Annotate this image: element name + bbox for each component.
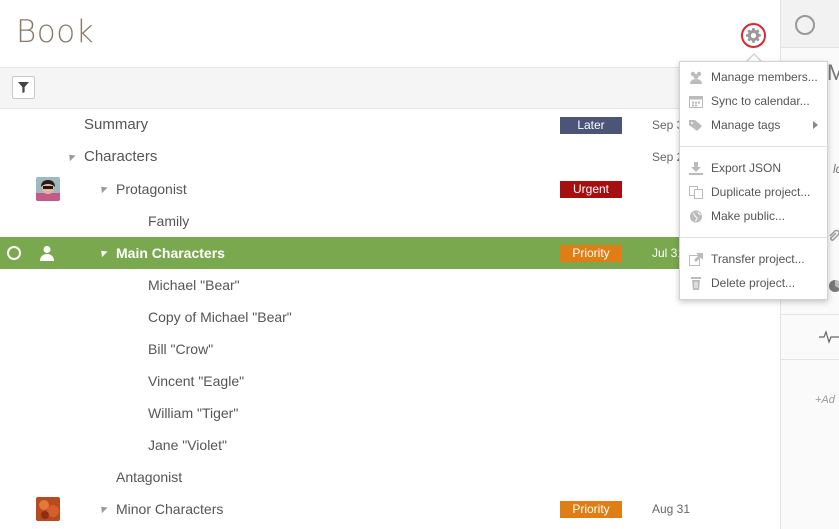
tag-badge-priority: Priority [560,501,622,518]
globe-icon [690,210,702,223]
attachment-icon[interactable] [828,229,839,243]
complete-checkbox[interactable] [7,246,21,260]
task-title: Main Characters [116,245,225,261]
task-row-main-characters[interactable]: Main Characters Priority Jul 31 [0,237,780,269]
task-row[interactable]: Bill "Crow" [0,333,780,365]
collapse-arrow-icon[interactable] [98,183,108,194]
members-icon [690,71,702,84]
pie-chart-icon[interactable] [827,278,839,294]
duplicate-icon [689,186,703,199]
submenu-arrow-icon [813,121,818,129]
task-row-summary[interactable]: Summary Later Sep 3 [0,109,780,141]
menu-item-export-json[interactable]: Export JSON [680,156,827,180]
avatar [36,497,60,521]
menu-item-make-public[interactable]: Make public... [680,204,827,228]
task-list-pane: Book Summary Later Sep 3 Characters Sep … [0,0,780,529]
list-toolbar [0,67,780,109]
tag-badge-priority: Priority [560,245,622,262]
menu-item-manage-members[interactable]: Manage members... [680,65,827,89]
gear-icon [746,28,761,43]
tag-badge-later: Later [560,117,622,134]
task-title: Michael "Bear" [148,277,240,293]
calendar-icon [689,96,703,108]
task-title: William "Tiger" [148,405,239,421]
transfer-icon [689,253,703,266]
tags-icon [689,120,702,131]
menu-item-label: Duplicate project... [711,185,811,199]
task-row-antagonist[interactable]: Antagonist [0,461,780,493]
export-icon [689,162,703,175]
task-row-minor-characters[interactable]: Minor Characters Priority Aug 31 [0,493,780,525]
task-title: Jane "Violet" [148,437,227,453]
task-row[interactable]: William "Tiger" [0,397,780,429]
user-icon [40,246,54,261]
task-title: Summary [84,116,149,133]
task-title: Copy of Michael "Bear" [148,309,292,325]
task-row[interactable]: Michael "Bear" [0,269,780,301]
menu-item-label: Delete project... [711,276,796,290]
collapse-arrow-icon[interactable] [98,247,108,258]
task-row-family[interactable]: Family [0,205,780,237]
task-list: Summary Later Sep 3 Characters Sep 2 Pro… [0,109,780,525]
menu-item-sync-calendar[interactable]: Sync to calendar... [680,89,827,113]
activity-icon[interactable] [819,330,839,344]
menu-item-duplicate-project[interactable]: Duplicate project... [680,180,827,204]
task-row-characters[interactable]: Characters Sep 2 [0,141,780,173]
project-settings-menu: Manage members... Sync to calendar... Ma… [679,61,828,300]
complete-checkbox[interactable] [795,15,815,35]
menu-divider [680,146,827,147]
menu-item-label: Transfer project... [711,252,805,266]
task-row-protagonist[interactable]: Protagonist Urgent [0,173,780,205]
add-comment-link[interactable]: +Ad [815,394,835,406]
collapse-arrow-icon[interactable] [66,151,76,162]
detail-placeholder: ld [833,162,839,176]
task-row[interactable]: Copy of Michael "Bear" [0,301,780,333]
detail-title: Ma [827,60,839,85]
menu-item-manage-tags[interactable]: Manage tags [680,113,827,137]
task-title: Family [148,213,190,229]
filter-icon [18,82,29,93]
tag-badge-urgent: Urgent [560,181,622,198]
collapse-arrow-icon[interactable] [98,503,108,514]
menu-divider [680,237,827,238]
divider [781,359,839,360]
trash-icon [691,277,701,290]
divider [781,314,839,315]
menu-item-label: Manage members... [711,70,818,84]
task-title: Characters [84,148,158,165]
project-title: Book [16,14,95,50]
filter-button[interactable] [12,76,35,99]
task-title: Vincent "Eagle" [148,373,245,389]
task-row[interactable]: Vincent "Eagle" [0,365,780,397]
project-settings-button[interactable] [741,23,766,48]
menu-item-label: Manage tags [711,118,781,132]
menu-item-delete-project[interactable]: Delete project... [680,271,827,295]
menu-item-label: Sync to calendar... [711,94,810,108]
menu-item-label: Make public... [711,209,786,223]
task-title: Protagonist [116,181,187,197]
avatar [36,177,60,201]
task-title: Minor Characters [116,501,224,517]
detail-header [781,0,839,48]
task-date: Aug 31 [652,502,691,516]
task-row[interactable]: Jane "Violet" [0,429,780,461]
menu-item-transfer-project[interactable]: Transfer project... [680,247,827,271]
menu-item-label: Export JSON [711,161,782,175]
task-title: Bill "Crow" [148,341,214,357]
task-title: Antagonist [116,469,183,485]
